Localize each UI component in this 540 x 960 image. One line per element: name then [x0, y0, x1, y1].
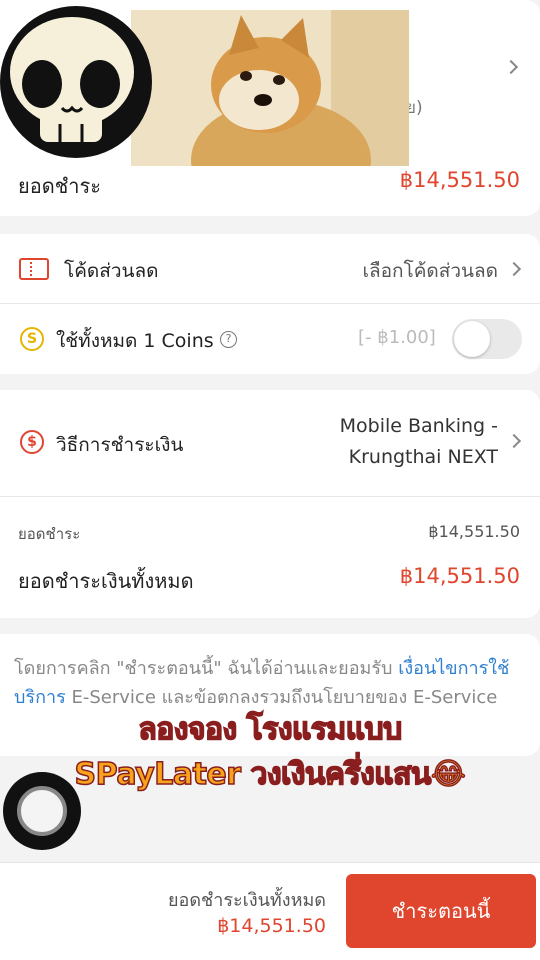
payment-method-value-2[interactable]: Krungthai NEXT — [349, 446, 498, 468]
overlay-caption-1: ลองจอง โรงแรมแบบ — [138, 711, 403, 748]
payment-method-label: วิธีการชำระเงิน — [56, 434, 184, 456]
bottom-total-label: ยอดชำระเงินทั้งหมด — [167, 890, 326, 911]
floating-button[interactable] — [3, 772, 81, 850]
terms-suffix: E-Service และข้อตกลงรวมถึงนโยบายของ E-Se… — [65, 687, 498, 708]
discount-code-label: โค้ดส่วนลด — [64, 260, 159, 282]
divider — [0, 496, 540, 497]
divider — [0, 303, 540, 304]
help-icon[interactable]: ? — [220, 331, 237, 348]
grand-total-label: ยอดชำระเงินทั้งหมด — [18, 569, 194, 593]
skull-icon — [10, 17, 134, 142]
coins-value: [- ฿1.00] — [358, 327, 436, 348]
floating-button-ring — [17, 786, 67, 836]
voucher-icon — [19, 258, 49, 280]
subtotal-label: ยอดชำระ — [18, 525, 81, 543]
subtotal-value: ฿14,551.50 — [428, 522, 520, 541]
skull-sticker — [0, 6, 152, 158]
dog-illustration — [131, 10, 409, 166]
payment-icon: $ — [20, 430, 44, 454]
overlay-caption-2: SPayLater วงเงินครึ่งแสน😂 — [74, 756, 467, 793]
total-value: ฿14,551.50 — [399, 168, 520, 192]
pay-now-button[interactable]: ชำระตอนนี้ — [346, 874, 536, 948]
pay-now-label: ชำระตอนนี้ — [391, 899, 491, 923]
meme-image — [131, 10, 409, 166]
grand-total-value: ฿14,551.50 — [399, 564, 520, 588]
terms-text: โดยการคลิก "ชำระตอนนี้" ฉันได้อ่านและยอม… — [14, 654, 519, 712]
payment-method-value-1[interactable]: Mobile Banking - — [340, 415, 498, 437]
total-label: ยอดชำระ — [18, 174, 102, 198]
bottom-total-value: ฿14,551.50 — [217, 915, 326, 937]
terms-prefix: โดยการคลิก "ชำระตอนนี้" ฉันได้อ่านและยอม… — [14, 658, 399, 679]
toggle-knob — [454, 321, 490, 357]
coin-icon: S — [20, 327, 44, 351]
select-discount-code[interactable]: เลือกโค้ดส่วนลด — [362, 256, 498, 286]
coins-toggle[interactable] — [452, 319, 522, 359]
coins-label: ใช้ทั้งหมด 1 Coins — [56, 330, 214, 352]
